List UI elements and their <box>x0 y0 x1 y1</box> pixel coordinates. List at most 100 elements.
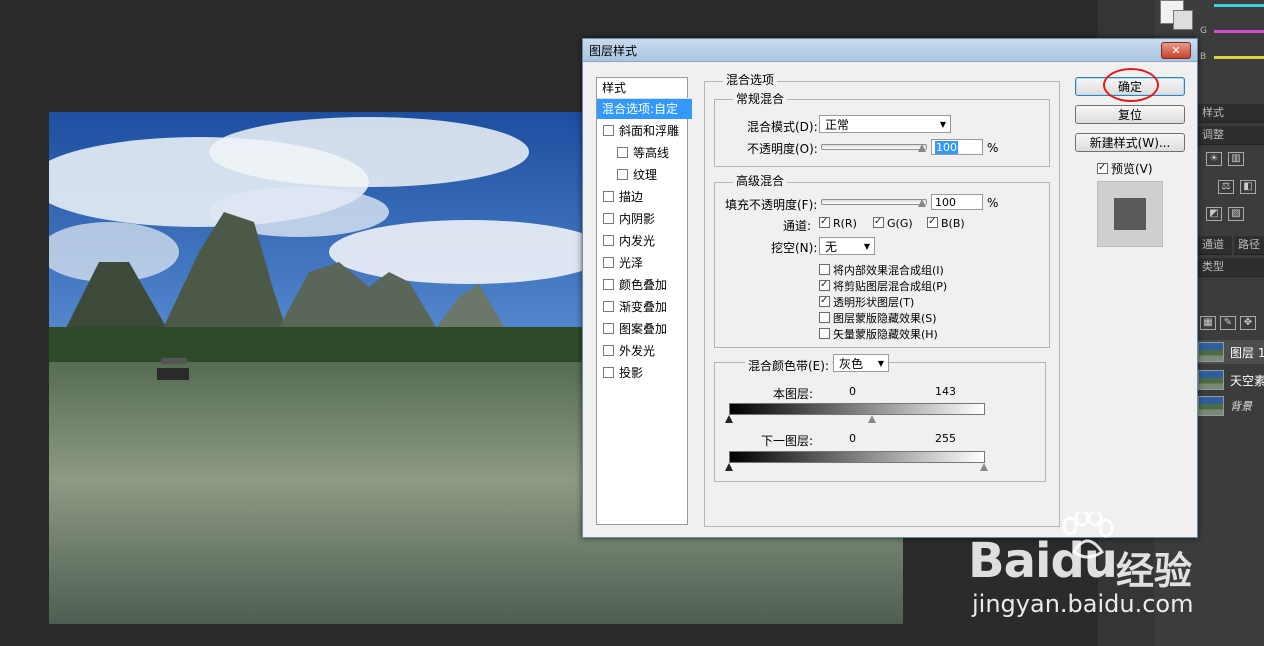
channel-label-b: B <box>1200 52 1207 62</box>
new-style-button[interactable]: 新建样式(W)... <box>1075 133 1185 152</box>
photo-filter-icon[interactable]: ◩ <box>1206 207 1222 221</box>
checkbox[interactable] <box>873 217 884 228</box>
checkbox[interactable] <box>603 125 614 136</box>
style-item-inner-glow[interactable]: 内发光 <box>597 231 687 251</box>
style-item-label: 投影 <box>619 366 644 380</box>
watermark-logo: Baidu <box>968 533 1118 589</box>
dropdown-arrow-icon: ▼ <box>863 242 870 251</box>
fill-opacity-slider-thumb[interactable] <box>918 199 926 207</box>
blend-clipped-layers-checkbox[interactable]: 将剪贴图层混合成组(P) <box>819 278 947 294</box>
color-slider-g[interactable] <box>1214 30 1264 33</box>
tab-adjustments[interactable]: 调整 <box>1198 126 1264 145</box>
channel-g-checkbox[interactable]: G(G) <box>873 217 913 230</box>
checkbox[interactable] <box>603 301 614 312</box>
reset-button[interactable]: 复位 <box>1075 105 1185 124</box>
annotation-circle <box>1103 68 1159 102</box>
preview-label: 预览(V) <box>1111 162 1153 176</box>
checkbox[interactable] <box>617 169 628 180</box>
checkbox[interactable] <box>603 213 614 224</box>
dialog-titlebar[interactable]: 图层样式 ✕ <box>583 39 1197 62</box>
opacity-slider-thumb[interactable] <box>918 144 926 152</box>
checkbox[interactable] <box>819 217 830 228</box>
tab-paths[interactable]: 路径 <box>1234 236 1264 255</box>
blend-mode-select[interactable]: 正常 ▼ <box>819 115 951 133</box>
opacity-slider[interactable] <box>821 144 927 150</box>
checkbox[interactable] <box>819 312 830 323</box>
underlying-layer-white-slider[interactable] <box>980 463 988 471</box>
layer-mask-hides-checkbox[interactable]: 图层蒙版隐藏效果(S) <box>819 310 937 326</box>
opacity-value: 100 <box>935 141 958 154</box>
gradient-map-icon[interactable]: ▨ <box>1228 207 1244 221</box>
tab-channels[interactable]: 通道 <box>1198 236 1232 255</box>
checkbox[interactable] <box>1097 163 1108 174</box>
checkbox[interactable] <box>927 217 938 228</box>
style-item-pattern-overlay[interactable]: 图案叠加 <box>597 319 687 339</box>
move-lock-icon[interactable]: ✥ <box>1240 316 1256 330</box>
checkbox[interactable] <box>603 257 614 268</box>
opacity-input[interactable]: 100 <box>931 139 983 155</box>
style-item-contour[interactable]: 等高线 <box>597 143 687 163</box>
blend-interior-effects-checkbox[interactable]: 将内部效果混合成组(I) <box>819 262 944 278</box>
blend-if-select[interactable]: 灰色 ▼ <box>833 354 889 372</box>
style-item-blending-options[interactable]: 混合选项:自定 <box>597 99 692 119</box>
option-label: 透明形状图层(T) <box>833 296 915 309</box>
layer-thumbnail <box>1198 396 1224 416</box>
style-item-gradient-overlay[interactable]: 渐变叠加 <box>597 297 687 317</box>
transparency-shapes-checkbox[interactable]: 透明形状图层(T) <box>819 294 914 310</box>
opacity-unit: % <box>987 141 999 155</box>
preview-checkbox[interactable]: 预览(V) <box>1097 160 1153 177</box>
style-item-label: 渐变叠加 <box>619 300 668 314</box>
layer-filter-type[interactable]: 类型 <box>1198 258 1264 277</box>
lock-pixels-icon[interactable]: ▦ <box>1200 316 1216 330</box>
checkbox[interactable] <box>603 323 614 334</box>
color-slider-r[interactable] <box>1214 4 1264 7</box>
style-item-drop-shadow[interactable]: 投影 <box>597 363 687 383</box>
style-item-bevel-emboss[interactable]: 斜面和浮雕 <box>597 121 687 141</box>
checkbox[interactable] <box>819 328 830 339</box>
blending-options-legend: 混合选项 <box>723 71 778 88</box>
style-item-outer-glow[interactable]: 外发光 <box>597 341 687 361</box>
balance-icon[interactable]: ⚖ <box>1218 180 1234 194</box>
knockout-select[interactable]: 无 ▼ <box>819 237 875 255</box>
checkbox[interactable] <box>603 345 614 356</box>
blend-if-value: 灰色 <box>839 357 864 371</box>
style-item-label: 光泽 <box>619 256 644 270</box>
color-slider-b[interactable] <box>1214 56 1264 59</box>
background-color-swatch[interactable] <box>1173 10 1193 30</box>
brush-lock-icon[interactable]: ✎ <box>1220 316 1236 330</box>
checkbox[interactable] <box>603 279 614 290</box>
style-item-stroke[interactable]: 描边 <box>597 187 687 207</box>
layer-item[interactable]: 图层 1 <box>1198 340 1264 364</box>
style-list-header[interactable]: 样式 <box>597 78 692 99</box>
checkbox[interactable] <box>819 264 830 275</box>
this-layer-black-slider[interactable] <box>725 415 733 423</box>
checkbox[interactable] <box>603 235 614 246</box>
style-list: 样式 混合选项:自定 斜面和浮雕 等高线 纹理 描边 内阴影 内发光 光泽 颜色… <box>596 77 692 525</box>
checkbox[interactable] <box>617 147 628 158</box>
fill-opacity-input[interactable]: 100 <box>931 194 983 210</box>
close-button[interactable]: ✕ <box>1161 42 1191 59</box>
layer-item[interactable]: 天空素材 <box>1198 368 1264 392</box>
style-item-inner-shadow[interactable]: 内阴影 <box>597 209 687 229</box>
checkbox[interactable] <box>603 191 614 202</box>
this-layer-white-slider[interactable] <box>868 415 876 423</box>
checkbox[interactable] <box>603 367 614 378</box>
bw-icon[interactable]: ◧ <box>1240 180 1256 194</box>
checkbox[interactable] <box>819 296 830 307</box>
tab-styles[interactable]: 样式 <box>1198 104 1264 123</box>
layer-item[interactable]: 背景 <box>1198 394 1264 418</box>
style-item-satin[interactable]: 光泽 <box>597 253 687 273</box>
fill-opacity-slider[interactable] <box>821 199 927 205</box>
channel-b-checkbox[interactable]: B(B) <box>927 217 965 230</box>
brightness-icon[interactable]: ☀ <box>1206 152 1222 166</box>
style-item-texture[interactable]: 纹理 <box>597 165 687 185</box>
channel-g-label: G(G) <box>887 217 913 230</box>
checkbox[interactable] <box>819 280 830 291</box>
style-item-color-overlay[interactable]: 颜色叠加 <box>597 275 687 295</box>
underlying-layer-black-slider[interactable] <box>725 463 733 471</box>
levels-icon[interactable]: ▥ <box>1228 152 1244 166</box>
style-item-label: 纹理 <box>633 168 658 182</box>
layer-thumbnail <box>1198 342 1224 362</box>
vector-mask-hides-checkbox[interactable]: 矢量蒙版隐藏效果(H) <box>819 326 938 342</box>
channel-r-checkbox[interactable]: R(R) <box>819 217 857 230</box>
